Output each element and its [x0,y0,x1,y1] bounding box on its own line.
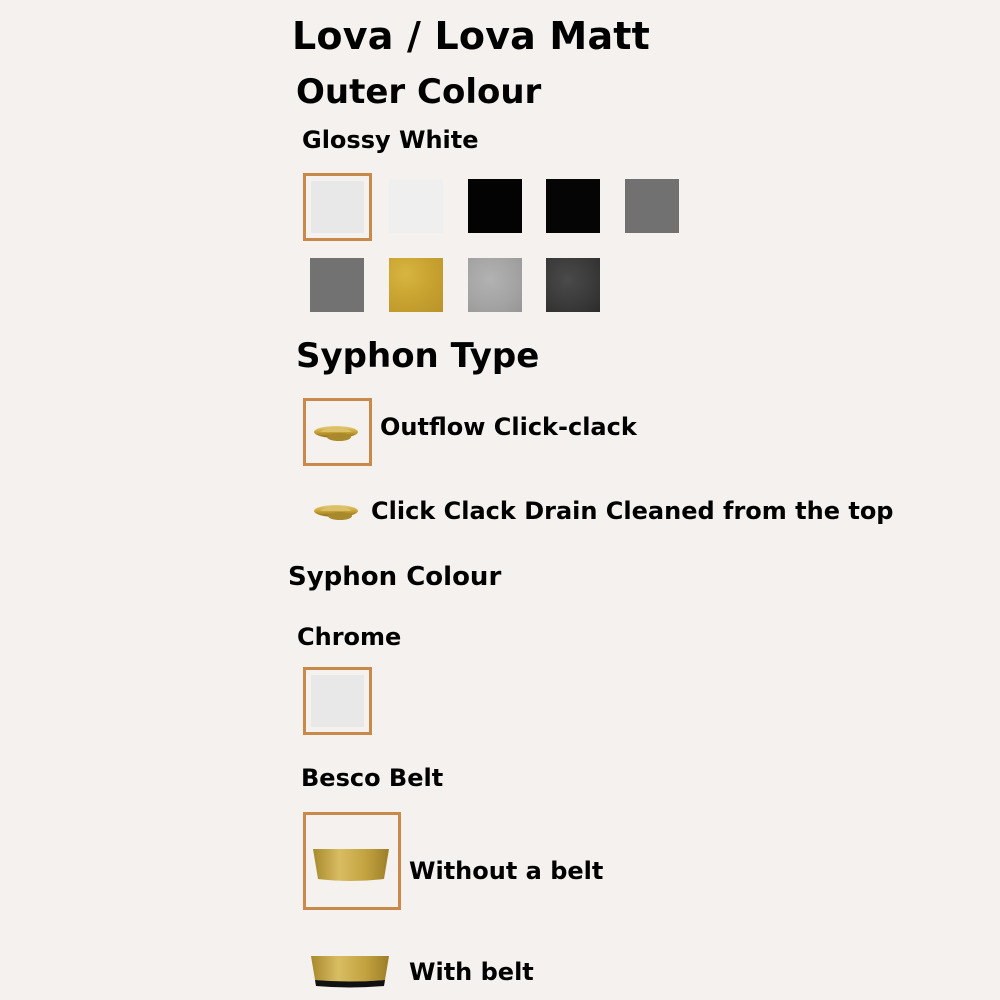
drain-icon[interactable] [310,498,366,528]
besco-belt-heading: Besco Belt [301,764,444,792]
syphon-colour-heading: Syphon Colour [288,562,502,592]
swatch-fill [311,675,364,727]
basin-icon [313,849,389,881]
outer-colour-heading: Outer Colour [296,72,542,112]
belt-option-without[interactable] [303,812,401,910]
syphon-option-label[interactable]: Click Clack Drain Cleaned from the top [371,497,893,525]
belt-option-label[interactable]: Without a belt [409,857,603,885]
swatch-graphite[interactable] [546,258,600,312]
syphon-option-outflow-click-clack[interactable] [303,398,372,466]
syphon-option-label[interactable]: Outflow Click-clack [380,413,637,441]
swatch-matt-black[interactable] [546,179,600,233]
drain-icon [314,426,358,441]
swatch-chrome[interactable] [303,667,372,735]
swatch-glossy-black[interactable] [468,179,522,233]
page-title: Lova / Lova Matt [292,14,651,58]
belt-option-label[interactable]: With belt [409,958,534,986]
swatch-grey[interactable] [625,179,679,233]
outer-colour-selected-label: Glossy White [302,126,479,154]
basin-with-belt-icon[interactable] [310,954,390,990]
syphon-type-heading: Syphon Type [296,336,540,376]
swatch-gold[interactable] [389,258,443,312]
swatch-silver-granite[interactable] [468,258,522,312]
swatch-dark-grey[interactable] [310,258,364,312]
swatch-matt-white[interactable] [389,179,443,233]
syphon-colour-selected-label: Chrome [297,623,402,651]
swatch-glossy-white[interactable] [303,173,372,241]
swatch-fill [311,181,364,233]
